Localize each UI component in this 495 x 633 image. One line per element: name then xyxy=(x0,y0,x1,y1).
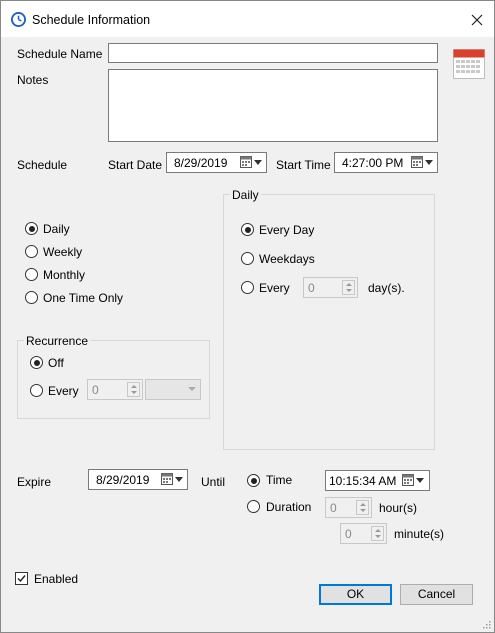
duration-hours-value: 0 xyxy=(330,501,337,515)
daily-every-stepper[interactable]: 0 xyxy=(303,277,358,298)
title-bar: Schedule Information xyxy=(1,1,494,37)
calendar-dropdown-icon xyxy=(402,474,414,486)
duration-minutes-value: 0 xyxy=(345,527,352,541)
duration-hours-stepper[interactable]: 0 xyxy=(325,497,372,518)
clock-icon xyxy=(11,12,26,27)
schedule-label: Schedule xyxy=(17,158,68,172)
expire-date-value: 8/29/2019 xyxy=(96,473,150,487)
chevron-down-icon xyxy=(346,289,352,292)
stepper-buttons[interactable] xyxy=(127,382,140,397)
enabled-checkbox[interactable] xyxy=(15,572,28,585)
chevron-down-icon xyxy=(416,478,424,483)
schedule-information-dialog: Schedule Information Schedule Name Notes… xyxy=(0,0,495,633)
notes-label: Notes xyxy=(17,73,49,87)
chevron-down-icon xyxy=(188,387,196,391)
stepper-buttons[interactable] xyxy=(342,280,355,295)
radio-monthly[interactable] xyxy=(25,268,38,281)
calendar-dropdown-icon xyxy=(240,156,252,168)
stepper-buttons[interactable] xyxy=(356,500,369,515)
cancel-button[interactable]: Cancel xyxy=(400,584,473,605)
start-date-label: Start Date xyxy=(108,158,163,172)
chevron-up-icon xyxy=(375,529,381,532)
recurrence-unit-select[interactable] xyxy=(145,379,201,400)
stepper-buttons[interactable] xyxy=(371,526,384,541)
radio-one-time-only-label[interactable]: One Time Only xyxy=(43,291,123,305)
recurrence-group-title: Recurrence xyxy=(24,334,91,348)
daily-group-title: Daily xyxy=(230,188,261,202)
radio-one-time-only[interactable] xyxy=(25,291,38,304)
minutes-unit-label: minute(s) xyxy=(394,527,445,541)
radio-weekly[interactable] xyxy=(25,245,38,258)
radio-until-duration[interactable] xyxy=(247,500,260,513)
chevron-down-icon xyxy=(131,391,137,394)
expire-time-picker[interactable]: 10:15:34 AM xyxy=(325,470,430,491)
window-title: Schedule Information xyxy=(32,13,151,27)
resize-grip-icon[interactable] xyxy=(481,619,491,629)
ok-button[interactable]: OK xyxy=(319,584,392,605)
chevron-down-icon xyxy=(360,509,366,512)
daily-group xyxy=(223,194,435,450)
radio-until-time[interactable] xyxy=(247,474,260,487)
until-label: Until xyxy=(201,475,226,489)
expire-date-picker[interactable]: 8/29/2019 xyxy=(88,469,188,490)
radio-recurrence-off[interactable] xyxy=(30,356,43,369)
radio-every-day[interactable] xyxy=(241,223,254,236)
duration-minutes-stepper[interactable]: 0 xyxy=(340,523,387,544)
start-time-label: Start Time xyxy=(276,158,331,172)
chevron-down-icon xyxy=(254,160,262,165)
radio-every-day-label[interactable]: Every Day xyxy=(259,223,314,237)
radio-monthly-label[interactable]: Monthly xyxy=(43,268,85,282)
expire-time-value: 10:15:34 AM xyxy=(329,474,397,488)
radio-every-n-days[interactable] xyxy=(241,281,254,294)
start-date-value: 8/29/2019 xyxy=(174,156,228,170)
calendar-dropdown-icon xyxy=(411,156,423,168)
radio-recurrence-every-label[interactable]: Every xyxy=(48,384,79,398)
radio-recurrence-every[interactable] xyxy=(30,384,43,397)
radio-daily-label[interactable]: Daily xyxy=(43,222,70,236)
chevron-down-icon xyxy=(375,535,381,538)
schedule-name-label: Schedule Name xyxy=(17,47,103,61)
radio-daily[interactable] xyxy=(25,222,38,235)
close-icon xyxy=(471,14,483,26)
schedule-name-input[interactable] xyxy=(108,43,438,63)
chevron-up-icon xyxy=(131,385,137,388)
radio-weekdays-label[interactable]: Weekdays xyxy=(259,252,315,266)
radio-until-duration-label[interactable]: Duration xyxy=(266,500,311,514)
chevron-down-icon xyxy=(425,160,433,165)
start-time-value: 4:27:00 PM xyxy=(342,156,404,170)
chevron-down-icon xyxy=(175,477,183,482)
chevron-up-icon xyxy=(360,503,366,506)
start-date-picker[interactable]: 8/29/2019 xyxy=(166,152,267,173)
start-time-picker[interactable]: 4:27:00 PM xyxy=(334,152,438,173)
daily-every-value: 0 xyxy=(308,281,315,295)
expire-label: Expire xyxy=(17,475,52,489)
calendar-icon xyxy=(453,49,485,79)
recurrence-every-value: 0 xyxy=(92,383,99,397)
days-unit-label: day(s). xyxy=(368,281,405,295)
notes-textarea[interactable] xyxy=(108,69,438,142)
radio-until-time-label[interactable]: Time xyxy=(266,473,292,487)
close-button[interactable] xyxy=(466,9,488,31)
hours-unit-label: hour(s) xyxy=(379,501,418,515)
radio-weekly-label[interactable]: Weekly xyxy=(43,245,82,259)
enabled-label[interactable]: Enabled xyxy=(34,572,78,586)
recurrence-every-stepper[interactable]: 0 xyxy=(87,379,143,400)
radio-every-n-days-label[interactable]: Every xyxy=(259,281,290,295)
radio-weekdays[interactable] xyxy=(241,252,254,265)
calendar-dropdown-icon xyxy=(161,473,173,485)
radio-recurrence-off-label[interactable]: Off xyxy=(48,356,64,370)
checkmark-icon xyxy=(17,575,26,583)
chevron-up-icon xyxy=(346,283,352,286)
